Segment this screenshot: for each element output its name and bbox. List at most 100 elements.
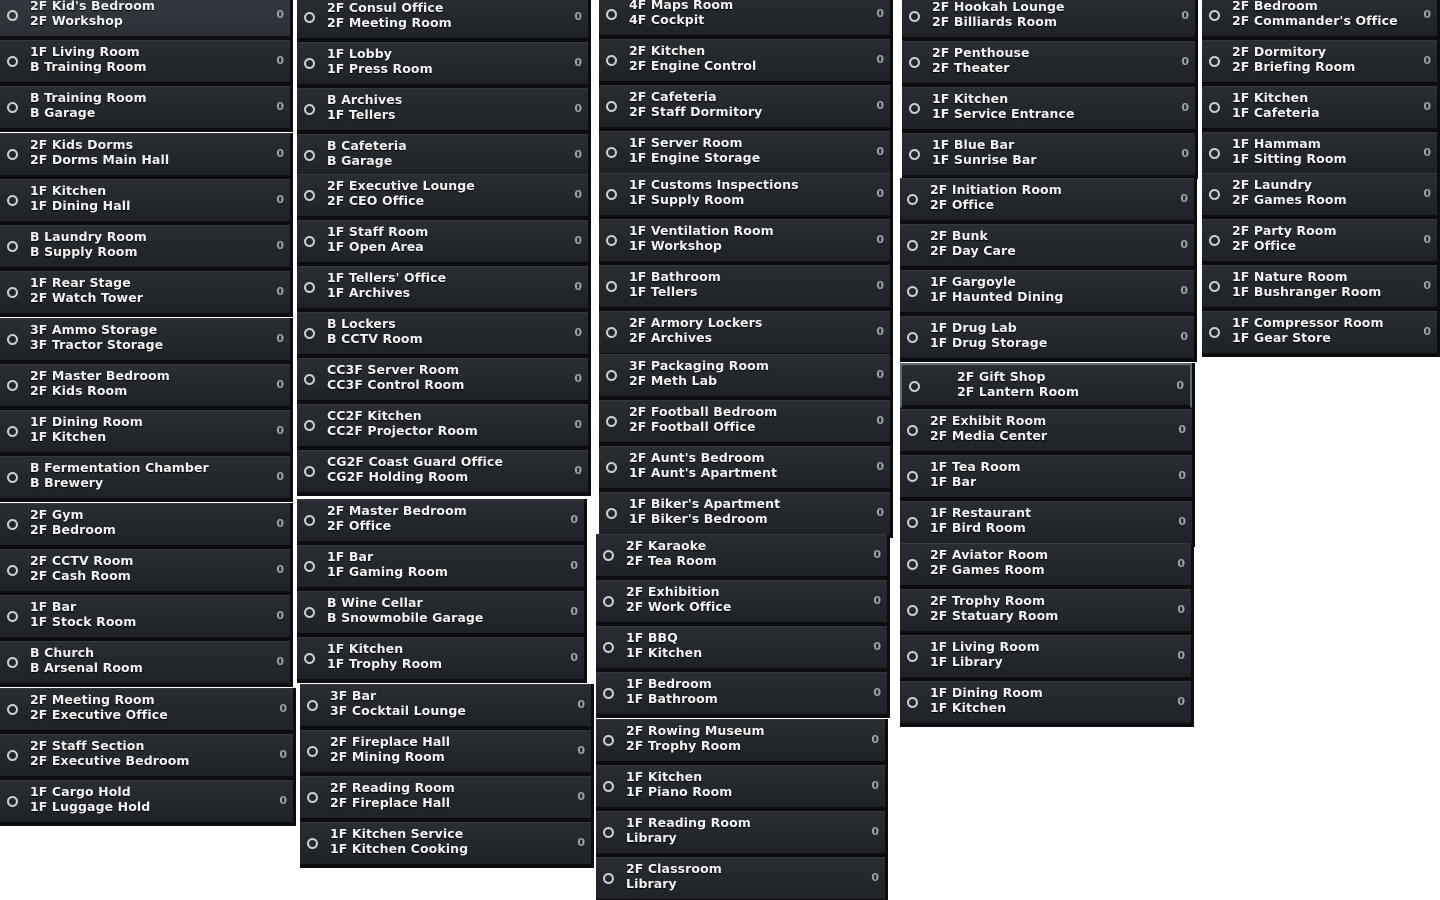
room-option[interactable]: 1F Server Room 1F Engine Storage 0: [599, 131, 890, 177]
room-option[interactable]: 2F Gift Shop 2F Lantern Room 0: [900, 363, 1192, 409]
radio-circle-icon[interactable]: [304, 466, 315, 477]
radio-circle-icon[interactable]: [307, 746, 318, 757]
room-option[interactable]: 1F Gargoyle 1F Haunted Dining 0: [900, 270, 1194, 316]
radio-circle-icon[interactable]: [907, 559, 918, 570]
room-option[interactable]: 2F Armory Lockers 2F Archives 0: [599, 311, 890, 357]
radio-circle-icon[interactable]: [907, 697, 918, 708]
room-option[interactable]: 1F Cargo Hold 1F Luggage Hold 0: [0, 780, 293, 826]
radio-circle-icon[interactable]: [7, 657, 18, 668]
radio-circle-icon[interactable]: [7, 519, 18, 530]
radio-circle-icon[interactable]: [304, 561, 315, 572]
radio-circle-icon[interactable]: [304, 150, 315, 161]
room-option[interactable]: 1F Kitchen 1F Trophy Room 0: [297, 637, 584, 683]
radio-circle-icon[interactable]: [307, 838, 318, 849]
room-option[interactable]: 2F Kids Dorms 2F Dorms Main Hall 0: [0, 133, 290, 179]
room-option[interactable]: 1F Dining Room 1F Kitchen 0: [0, 410, 290, 456]
radio-circle-icon[interactable]: [606, 370, 617, 381]
radio-circle-icon[interactable]: [1209, 281, 1220, 292]
radio-circle-icon[interactable]: [7, 611, 18, 622]
room-option[interactable]: 2F Exhibition 2F Work Office 0: [596, 580, 887, 626]
room-option[interactable]: 1F Kitchen 1F Piano Room 0: [596, 765, 885, 811]
room-option[interactable]: 2F Football Bedroom 2F Football Office 0: [599, 400, 890, 446]
room-option[interactable]: B Church B Arsenal Room 0: [0, 641, 290, 687]
room-option[interactable]: 2F Laundry 2F Games Room 0: [1202, 173, 1437, 219]
radio-circle-icon[interactable]: [304, 515, 315, 526]
radio-circle-icon[interactable]: [1209, 56, 1220, 67]
radio-circle-icon[interactable]: [307, 792, 318, 803]
radio-circle-icon[interactable]: [7, 10, 18, 21]
room-option[interactable]: 3F Packaging Room 2F Meth Lab 0: [599, 354, 890, 400]
room-option[interactable]: 1F Ventilation Room 1F Workshop 0: [599, 219, 890, 265]
room-option[interactable]: 1F Bathroom 1F Tellers 0: [599, 265, 890, 311]
room-option[interactable]: 2F Master Bedroom 2F Office 0: [297, 499, 584, 545]
radio-circle-icon[interactable]: [603, 781, 614, 792]
room-option[interactable]: 2F Kitchen 2F Engine Control 0: [599, 39, 890, 85]
room-option[interactable]: 2F CCTV Room 2F Cash Room 0: [0, 549, 290, 595]
room-option[interactable]: 1F Bedroom 1F Bathroom 0: [596, 672, 887, 718]
room-option[interactable]: 1F Reading Room Library 0: [596, 811, 885, 857]
room-option[interactable]: 2F Aviator Room 2F Games Room 0: [900, 543, 1191, 589]
radio-circle-icon[interactable]: [603, 827, 614, 838]
radio-circle-icon[interactable]: [606, 235, 617, 246]
radio-circle-icon[interactable]: [907, 471, 918, 482]
radio-circle-icon[interactable]: [7, 750, 18, 761]
radio-circle-icon[interactable]: [603, 642, 614, 653]
radio-circle-icon[interactable]: [603, 550, 614, 561]
radio-circle-icon[interactable]: [907, 605, 918, 616]
room-option[interactable]: 2F Rowing Museum 2F Trophy Room 0: [596, 719, 885, 765]
radio-circle-icon[interactable]: [606, 189, 617, 200]
radio-circle-icon[interactable]: [7, 334, 18, 345]
radio-circle-icon[interactable]: [1209, 148, 1220, 159]
room-option[interactable]: B Laundry Room B Supply Room 0: [0, 225, 290, 271]
radio-circle-icon[interactable]: [907, 194, 918, 205]
room-option[interactable]: 4F Maps Room 4F Cockpit 0: [599, 0, 890, 39]
radio-circle-icon[interactable]: [307, 700, 318, 711]
radio-circle-icon[interactable]: [603, 735, 614, 746]
radio-circle-icon[interactable]: [7, 149, 18, 160]
room-option[interactable]: 1F Living Room B Training Room 0: [0, 40, 290, 86]
room-option[interactable]: B Fermentation Chamber B Brewery 0: [0, 456, 290, 502]
room-option[interactable]: 1F Drug Lab 1F Drug Storage 0: [900, 316, 1194, 362]
room-option[interactable]: 1F Tea Room 1F Bar 0: [900, 455, 1192, 501]
radio-circle-icon[interactable]: [907, 651, 918, 662]
radio-circle-icon[interactable]: [304, 104, 315, 115]
radio-circle-icon[interactable]: [7, 102, 18, 113]
room-option[interactable]: 1F Customs Inspections 1F Supply Room 0: [599, 173, 890, 219]
room-option[interactable]: 1F Kitchen Service 1F Kitchen Cooking 0: [300, 822, 591, 868]
radio-circle-icon[interactable]: [606, 55, 617, 66]
room-option[interactable]: 1F Rear Stage 2F Watch Tower 0: [0, 271, 290, 317]
room-option[interactable]: 2F Staff Section 2F Executive Bedroom 0: [0, 734, 293, 780]
room-option[interactable]: 2F Exhibit Room 2F Media Center 0: [900, 409, 1192, 455]
radio-circle-icon[interactable]: [304, 236, 315, 247]
room-option[interactable]: 2F Executive Lounge 2F CEO Office 0: [297, 174, 588, 220]
room-option[interactable]: 3F Bar 3F Cocktail Lounge 0: [300, 684, 591, 730]
room-option[interactable]: 1F Kitchen 1F Service Entrance 0: [902, 87, 1195, 133]
room-option[interactable]: 1F Hammam 1F Sitting Room 0: [1202, 132, 1437, 178]
radio-circle-icon[interactable]: [907, 332, 918, 343]
room-option[interactable]: 1F Kitchen 1F Dining Hall 0: [0, 179, 290, 225]
radio-circle-icon[interactable]: [606, 9, 617, 20]
radio-circle-icon[interactable]: [907, 425, 918, 436]
room-option[interactable]: 1F Blue Bar 1F Sunrise Bar 0: [902, 133, 1195, 179]
room-option[interactable]: 1F Bar 1F Stock Room 0: [0, 595, 290, 641]
room-option[interactable]: 2F Kid's Bedroom 2F Workshop 0: [0, 0, 290, 40]
room-option[interactable]: 1F Bar 1F Gaming Room 0: [297, 545, 584, 591]
radio-circle-icon[interactable]: [7, 565, 18, 576]
radio-circle-icon[interactable]: [606, 508, 617, 519]
room-option[interactable]: 2F Fireplace Hall 2F Mining Room 0: [300, 730, 591, 776]
room-option[interactable]: 2F Reading Room 2F Fireplace Hall 0: [300, 776, 591, 822]
room-option[interactable]: CC3F Server Room CC3F Control Room 0: [297, 358, 588, 404]
radio-circle-icon[interactable]: [304, 374, 315, 385]
radio-circle-icon[interactable]: [1209, 102, 1220, 113]
room-option[interactable]: 2F Dormitory 2F Briefing Room 0: [1202, 40, 1437, 86]
room-option[interactable]: 2F Master Bedroom 2F Kids Room 0: [0, 364, 290, 410]
room-option[interactable]: 2F Karaoke 2F Tea Room 0: [596, 534, 887, 580]
room-option[interactable]: 1F Dining Room 1F Kitchen 0: [900, 681, 1191, 727]
radio-circle-icon[interactable]: [304, 282, 315, 293]
radio-circle-icon[interactable]: [909, 103, 920, 114]
room-option[interactable]: B Lockers B CCTV Room 0: [297, 312, 588, 358]
radio-circle-icon[interactable]: [304, 420, 315, 431]
room-option[interactable]: 2F Gym 2F Bedroom 0: [0, 503, 290, 549]
radio-circle-icon[interactable]: [304, 607, 315, 618]
radio-circle-icon[interactable]: [907, 286, 918, 297]
